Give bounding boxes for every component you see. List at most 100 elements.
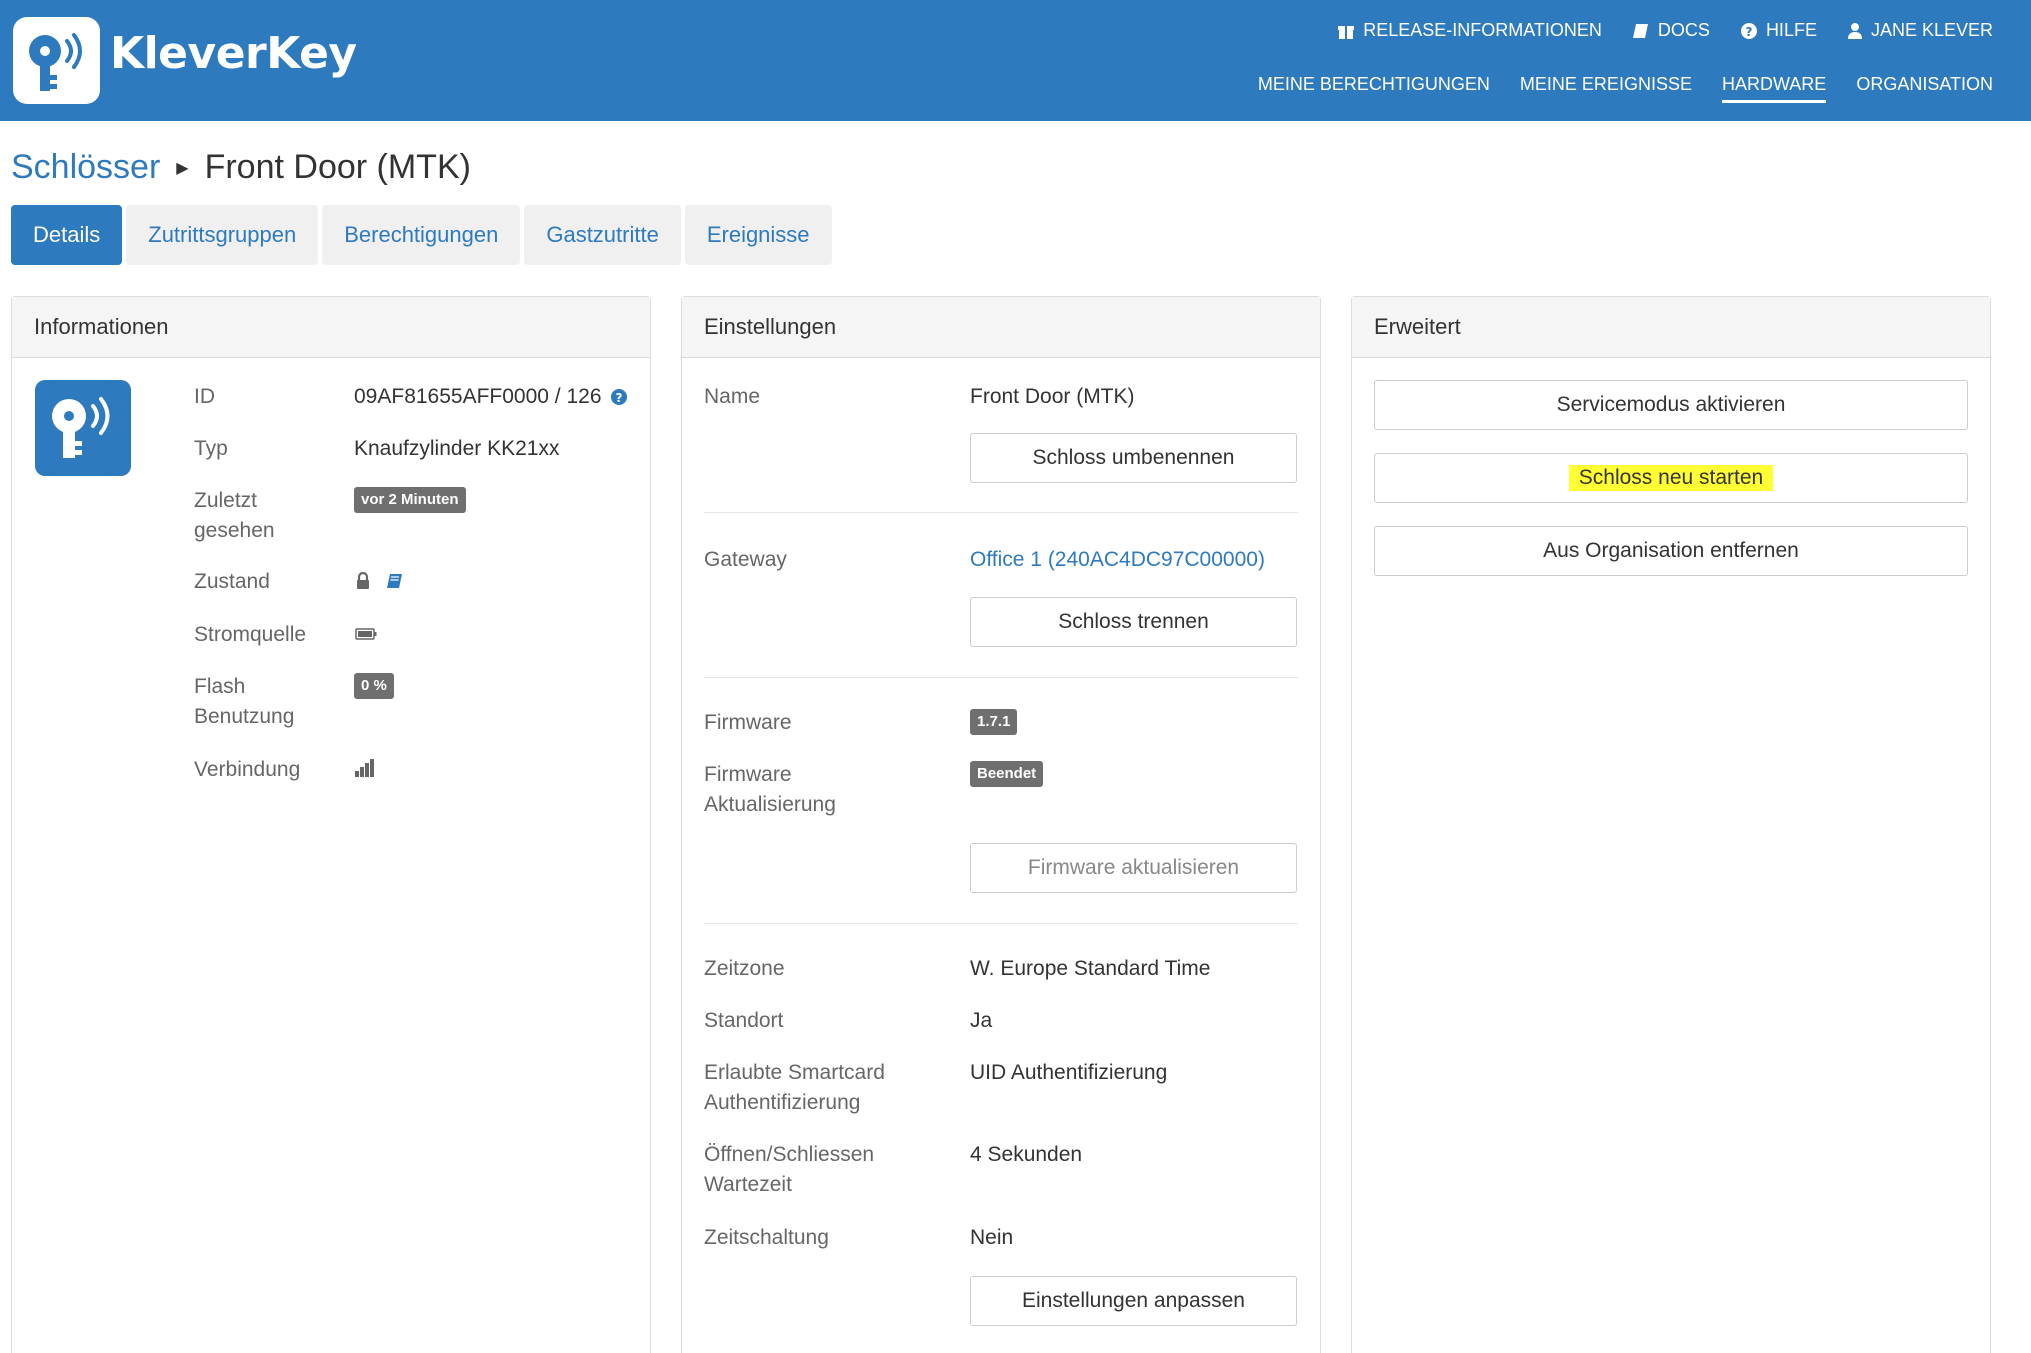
zustand-icons (355, 572, 403, 590)
app-logo[interactable] (13, 17, 100, 104)
breadcrumb-parent-link[interactable]: Schlösser (11, 148, 160, 187)
question-circle-icon: ? (1740, 22, 1757, 39)
flash-label: Flash Benutzung (194, 672, 294, 732)
activate-service-mode-button[interactable]: Servicemodus aktivieren (1374, 380, 1968, 430)
firmware-update-label-line2: Aktualisierung (704, 793, 836, 816)
standort-label: Standort (704, 1009, 784, 1032)
breadcrumb-separator-icon: ▶ (176, 159, 189, 177)
timezone-value: W. Europe Standard Time (970, 957, 1211, 980)
battery-icon (355, 628, 377, 640)
lock-icon (357, 572, 369, 589)
app-name: KleverKey (110, 28, 357, 79)
tab-berechtigungen[interactable]: Berechtigungen (322, 205, 521, 265)
page-title: Front Door (MTK) (204, 148, 471, 186)
standort-value: Ja (970, 1009, 993, 1032)
id-label: ID (194, 385, 215, 408)
top-navigation-bar: KleverKey RELEASE-INFORMATIONEN DOCS ? H… (0, 0, 2031, 121)
help-label: HILFE (1765, 20, 1817, 40)
erweitert-panel: Erweitert Servicemodus aktivieren Schlos… (1351, 296, 1991, 1353)
book-icon (1632, 23, 1648, 38)
user-name: JANE KLEVER (1870, 20, 1993, 40)
nav-meine-berechtigungen[interactable]: MEINE BERECHTIGUNGEN (1258, 74, 1490, 103)
smartcard-label-line2: Authentifizierung (704, 1091, 861, 1114)
informationen-panel: Informationen ID 09AF81655AFF0000 / 126 … (11, 296, 651, 1353)
firmware-update-label-line1: Firmware (704, 763, 792, 786)
firmware-update-label: Firmware Aktualisierung (704, 760, 836, 820)
einstellungen-panel: Einstellungen Name Front Door (MTK) Schl… (681, 296, 1321, 1353)
verbindung-label: Verbindung (194, 758, 301, 781)
timezone-label: Zeitzone (704, 957, 785, 980)
user-icon (1847, 22, 1862, 39)
last-seen-label-line1: Zuletzt (194, 489, 258, 512)
utility-links: RELEASE-INFORMATIONEN DOCS ? HILFE JANE … (1337, 20, 1993, 41)
smartcard-label: Erlaubte Smartcard Authentifizierung (704, 1058, 885, 1118)
firmware-label: Firmware (704, 711, 792, 734)
open-close-delay-label-line2: Wartezeit (704, 1173, 792, 1196)
rename-lock-button[interactable]: Schloss umbenennen (970, 433, 1297, 483)
restart-lock-button[interactable]: Schloss neu starten (1374, 453, 1968, 503)
timer-label: Zeitschaltung (704, 1226, 829, 1249)
firmware-update-status-badge: Beendet (970, 761, 1044, 787)
last-seen-badge: vor 2 Minuten (354, 487, 466, 513)
breadcrumb: Schlösser ▶ Front Door (MTK) (11, 148, 471, 187)
name-value: Front Door (MTK) (970, 385, 1135, 408)
svg-text:?: ? (1745, 25, 1752, 39)
flash-badge: 0 % (354, 673, 394, 699)
release-info-link[interactable]: RELEASE-INFORMATIONEN (1337, 20, 1602, 41)
tab-ereignisse[interactable]: Ereignisse (684, 205, 832, 265)
open-close-delay-label: Öffnen/Schliessen Wartezeit (704, 1140, 874, 1200)
erweitert-panel-title: Erweitert (1352, 297, 1990, 358)
gift-icon (1338, 25, 1355, 39)
key-logo-icon (29, 33, 82, 91)
informationen-panel-title: Informationen (12, 297, 650, 358)
firmware-update-status: Beendet (970, 761, 1044, 787)
update-firmware-button[interactable]: Firmware aktualisieren (970, 843, 1297, 893)
last-seen-label: Zuletzt gesehen (194, 486, 275, 546)
flash-value: 0 % (354, 673, 394, 699)
gateway-label: Gateway (704, 548, 787, 571)
typ-value: Knaufzylinder KK21xx (354, 437, 560, 460)
zustand-label: Zustand (194, 570, 270, 593)
disconnect-lock-button[interactable]: Schloss trennen (970, 597, 1297, 647)
smartcard-label-line1: Erlaubte Smartcard (704, 1061, 885, 1084)
docs-label: DOCS (1657, 20, 1710, 40)
remove-from-organisation-button[interactable]: Aus Organisation entfernen (1374, 526, 1968, 576)
divider (704, 923, 1298, 924)
flash-label-line1: Flash (194, 675, 246, 698)
name-label: Name (704, 385, 761, 408)
nav-hardware[interactable]: HARDWARE (1721, 74, 1827, 103)
stromquelle-label: Stromquelle (194, 623, 307, 646)
open-close-delay-value: 4 Sekunden (970, 1143, 1083, 1166)
nav-meine-ereignisse[interactable]: MEINE EREIGNISSE (1520, 74, 1692, 103)
restart-lock-button-label: Schloss neu starten (1568, 465, 1774, 491)
firmware-value: 1.7.1 (970, 709, 1018, 735)
adjust-settings-button[interactable]: Einstellungen anpassen (970, 1276, 1297, 1326)
tab-zutrittsgruppen[interactable]: Zutrittsgruppen (126, 205, 319, 265)
book-icon (387, 574, 402, 588)
typ-label: Typ (194, 437, 228, 460)
last-seen-value: vor 2 Minuten (354, 487, 466, 513)
open-close-delay-label-line1: Öffnen/Schliessen (704, 1143, 875, 1166)
main-navigation: MEINE BERECHTIGUNGEN MEINE EREIGNISSE HA… (1258, 74, 1993, 103)
help-icon[interactable]: ? (610, 388, 628, 406)
divider (704, 677, 1298, 678)
gateway-link[interactable]: Office 1 (240AC4DC97C00000) (970, 545, 1265, 575)
user-menu-link[interactable]: JANE KLEVER (1847, 20, 1993, 41)
help-link[interactable]: ? HILFE (1740, 20, 1817, 41)
tab-details[interactable]: Details (11, 205, 123, 265)
lock-device-icon (35, 380, 131, 476)
svg-text:?: ? (615, 391, 622, 405)
firmware-badge: 1.7.1 (970, 709, 1018, 735)
divider (704, 512, 1298, 513)
tab-bar: Details Zutrittsgruppen Berechtigungen G… (11, 205, 832, 265)
tab-gastzutritte[interactable]: Gastzutritte (524, 205, 681, 265)
id-field: 09AF81655AFF0000 / 126 ? (354, 382, 628, 412)
docs-link[interactable]: DOCS (1632, 20, 1710, 41)
signal-strength-icon (355, 759, 374, 777)
flash-label-line2: Benutzung (194, 705, 295, 728)
einstellungen-panel-title: Einstellungen (682, 297, 1320, 358)
id-value: 09AF81655AFF0000 / 126 (354, 385, 602, 408)
smartcard-value: UID Authentifizierung (970, 1061, 1168, 1084)
nav-organisation[interactable]: ORGANISATION (1856, 74, 1993, 103)
last-seen-label-line2: gesehen (194, 519, 275, 542)
